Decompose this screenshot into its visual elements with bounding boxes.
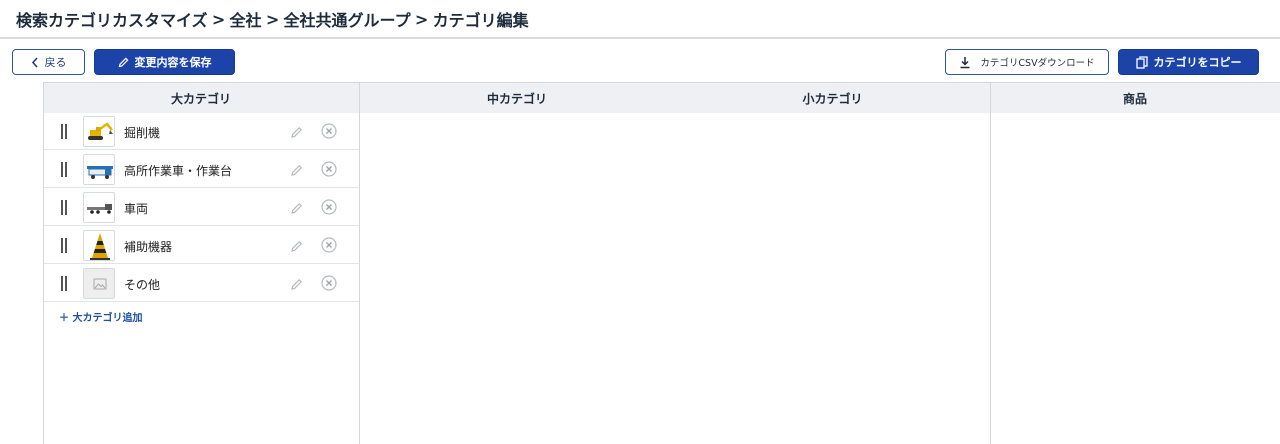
csv-download-label: カテゴリCSVダウンロード [980,58,1095,69]
drag-handle-icon[interactable] [61,276,67,291]
back-button[interactable]: 戻る [12,49,85,75]
category-grid: 大カテゴリ 中カテゴリ 小カテゴリ 商品 掘削機 高所作業車・作業台 車両 補助… [43,82,1280,444]
edit-pencil-icon[interactable] [290,124,303,143]
chevron-left-icon [31,56,39,68]
excavator-image [83,116,115,147]
copy-icon [1135,55,1148,69]
header-product: 商品 [1122,92,1147,106]
download-icon [959,56,971,69]
breadcrumb-item-customize[interactable]: 検索カテゴリカスタマイズ [16,7,208,31]
large-category-row[interactable]: 高所作業車・作業台 [44,151,359,188]
truck-image [83,192,115,223]
large-category-row[interactable]: 車両 [44,189,359,226]
header-small-category: 小カテゴリ [802,92,863,106]
back-button-label: 戻る [44,56,67,69]
drag-handle-icon[interactable] [61,162,67,177]
drag-handle-icon[interactable] [61,200,67,215]
edit-pencil-icon[interactable] [290,200,303,219]
save-changes-label: 変更内容を保存 [134,56,212,69]
breadcrumb-item-company[interactable]: 全社 [230,7,262,31]
large-category-row[interactable]: 補助機器 [44,227,359,264]
delete-circle-x-icon[interactable] [321,123,337,143]
delete-circle-x-icon[interactable] [321,199,337,219]
edit-pencil-icon[interactable] [290,238,303,257]
breadcrumb-separator: > [211,9,226,29]
breadcrumb-separator: > [414,9,429,29]
delete-circle-x-icon[interactable] [321,237,337,257]
pencil-icon [118,57,129,68]
edit-pencil-icon[interactable] [290,162,303,181]
large-category-label: 補助機器 [124,240,173,254]
csv-download-button[interactable]: カテゴリCSVダウンロード [945,49,1109,75]
large-category-label: 掘削機 [124,126,161,140]
grid-header: 大カテゴリ 中カテゴリ 小カテゴリ 商品 [43,82,1280,113]
drag-handle-icon[interactable] [61,238,67,253]
image-placeholder-icon [83,268,115,299]
drag-handle-icon[interactable] [61,124,67,139]
breadcrumb-item-group[interactable]: 全社共通グループ [284,7,411,31]
add-large-category-link[interactable]: ＋ 大カテゴリ追加 [59,309,142,324]
breadcrumb: 検索カテゴリカスタマイズ > 全社 > 全社共通グループ > カテゴリ編集 [16,7,529,31]
header-divider [0,37,1280,39]
traffic-cone-image [83,230,115,261]
header-medium-category: 中カテゴリ [486,92,547,106]
large-category-label: 高所作業車・作業台 [124,164,233,178]
aerial-work-truck-image [83,154,115,185]
column-divider [359,82,360,444]
save-changes-button[interactable]: 変更内容を保存 [94,49,235,75]
delete-circle-x-icon[interactable] [321,275,337,295]
breadcrumb-item-current: カテゴリ編集 [432,11,529,30]
copy-category-label: カテゴリをコピー [1153,56,1242,69]
large-category-row[interactable]: 掘削機 [44,113,359,150]
copy-category-button[interactable]: カテゴリをコピー [1118,49,1259,75]
column-divider [990,82,991,444]
edit-pencil-icon[interactable] [290,276,303,295]
large-category-label: その他 [124,278,161,292]
large-category-label: 車両 [124,202,149,216]
header-large-category: 大カテゴリ [170,92,231,106]
breadcrumb-separator: > [265,9,280,29]
delete-circle-x-icon[interactable] [321,161,337,181]
large-category-row[interactable]: その他 [44,265,359,302]
